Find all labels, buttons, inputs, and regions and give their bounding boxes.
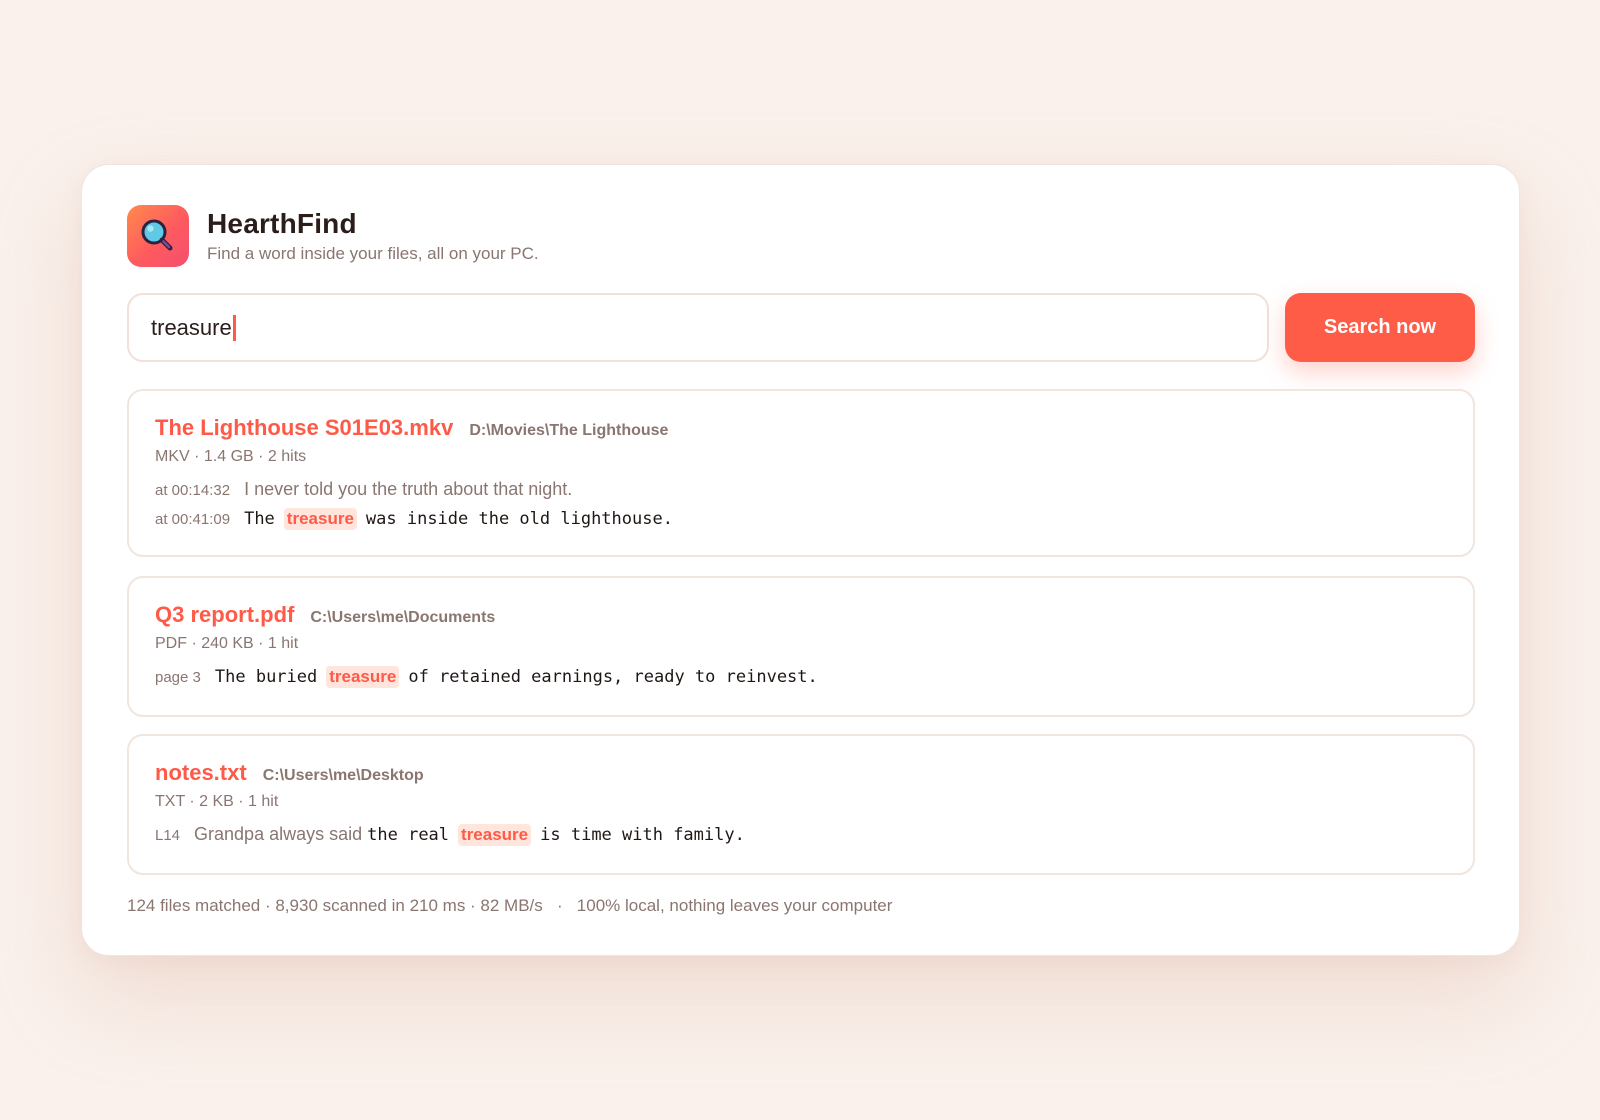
result-file-meta: MKV · 1.4 GB · 2 hits (155, 448, 307, 465)
result-snippet[interactable]: L14 Grandpa always said the real treasure… (155, 824, 1447, 853)
result-file-meta: PDF · 240 KB · 1 hit (155, 635, 299, 652)
result-snippet[interactable]: at 00:41:09 The treasure was inside the ol… (155, 508, 1447, 537)
result-file-name[interactable]: The Lighthouse S01E03.mkv (155, 415, 453, 441)
result-card[interactable]: notes.txt C:\Users\me\Desktop TXT · 2 KB… (127, 734, 1475, 875)
snippet-text-lead: Grandpa always said (194, 824, 363, 844)
snippet-location: L14 (155, 827, 181, 844)
result-snippet[interactable]: at 00:14:32 I never told you the truth a… (155, 479, 1447, 508)
search-input[interactable]: treasure (127, 293, 1269, 362)
result-snippet[interactable]: page 3 The buried treasure of retained ear… (155, 666, 1447, 695)
status-bar: 124 files matched · 8,930 scanned in 210… (127, 896, 892, 916)
snippet-text-before: the real (367, 825, 450, 845)
result-file-meta: TXT · 2 KB · 1 hit (155, 793, 279, 810)
search-query: treasure (151, 314, 232, 340)
status-separator: · (556, 896, 563, 915)
snippet-text-after: of retained earnings, ready to reinvest. (408, 667, 818, 687)
result-file-path: C:\Users\me\Documents (310, 609, 496, 626)
scan-stats: 124 files matched · 8,930 scanned in 210… (127, 896, 543, 915)
snippet-text-after: was inside the old lighthouse. (365, 509, 673, 529)
snippet-text: I never told you the truth about that ni… (244, 479, 573, 499)
magnifier-icon (141, 219, 173, 251)
snippet-location: at 00:41:09 (155, 511, 231, 528)
app-subtitle: Find a word inside your files, all on yo… (207, 244, 539, 263)
result-file-path: C:\Users\me\Desktop (262, 767, 424, 784)
result-card[interactable]: The Lighthouse S01E03.mkv D:\Movies\The … (127, 389, 1475, 557)
match-highlight: treasure (458, 824, 532, 846)
app-logo (127, 205, 189, 267)
privacy-note: 100% local, nothing leaves your computer (576, 896, 893, 915)
text-caret (232, 314, 236, 341)
snippet-location: page 3 (155, 669, 201, 686)
match-highlight: treasure (326, 666, 400, 688)
result-card[interactable]: Q3 report.pdf C:\Users\me\Documents PDF … (127, 576, 1475, 717)
snippet-text-before: The (244, 509, 275, 529)
result-file-name[interactable]: notes.txt (155, 760, 247, 786)
result-file-path: D:\Movies\The Lighthouse (469, 422, 669, 439)
snippet-location: at 00:14:32 (155, 482, 231, 499)
search-button[interactable]: Search now (1285, 293, 1475, 362)
match-highlight: treasure (283, 508, 357, 530)
result-file-name[interactable]: Q3 report.pdf (155, 602, 294, 628)
snippet-text-after: is time with family. (540, 825, 745, 845)
app-title: HearthFind (207, 208, 357, 239)
search-window: HearthFind Find a word inside your files… (81, 164, 1520, 956)
snippet-text-before: The buried (214, 667, 318, 687)
app-header: HearthFind Find a word inside your files… (127, 205, 539, 267)
